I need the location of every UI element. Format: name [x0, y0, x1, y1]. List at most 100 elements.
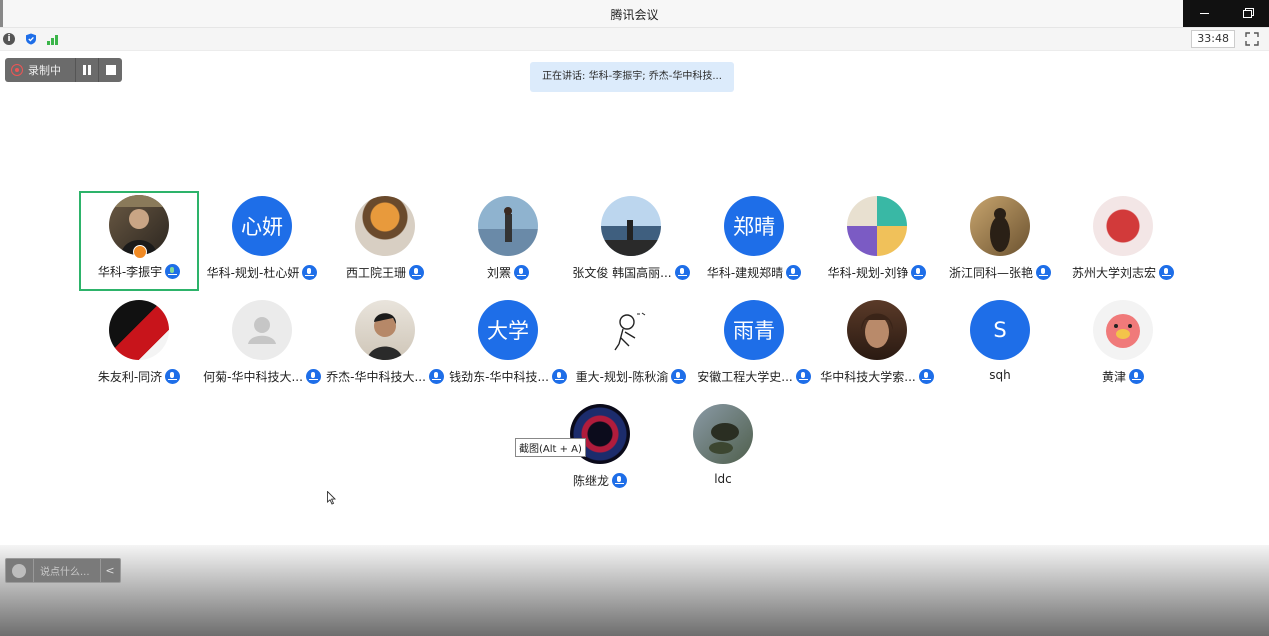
recording-controls: 录制中 — [5, 58, 122, 82]
mic-icon — [1129, 369, 1144, 384]
mic-icon — [305, 369, 321, 384]
participant-tile[interactable]: 张文俊 韩国高丽... — [571, 192, 691, 292]
mic-icon — [409, 265, 424, 280]
pig-avatar-icon — [1106, 314, 1140, 348]
mic-icon — [786, 265, 802, 280]
participant-name: 朱友利-同济 — [97, 370, 163, 384]
participant-tile[interactable]: ldc — [663, 400, 783, 500]
participant-name: 钱劲东-华中科技... — [449, 370, 549, 384]
participant-tile[interactable]: 乔杰-华中科技大... — [325, 296, 445, 396]
mouse-cursor-icon — [327, 491, 337, 505]
participant-tile[interactable]: 华中科技大学索... — [817, 296, 937, 396]
participant-name: 华科-规划-杜心妍 — [206, 266, 300, 280]
window-title: 腾讯会议 — [610, 8, 659, 22]
participant-tile[interactable]: 苏州大学刘志宏 — [1063, 192, 1183, 292]
participant-tile[interactable]: 重大-规划-陈秋渝 — [571, 296, 691, 396]
shield-icon[interactable] — [25, 33, 37, 45]
participant-name-row: 华科-规划-刘铮 — [817, 264, 937, 281]
fullscreen-icon[interactable] — [1245, 32, 1259, 46]
participant-name: 华科-李振宇 — [97, 265, 163, 279]
participant-tile[interactable]: 浙江同科—张艳 — [940, 192, 1060, 292]
participant-tile[interactable]: 郑晴 华科-建规郑晴 — [694, 192, 814, 292]
avatar — [109, 300, 169, 360]
avatar — [478, 196, 538, 256]
sketch-avatar-icon — [614, 312, 646, 351]
avatar — [355, 196, 415, 256]
participant-name-row: 华科-建规郑晴 — [694, 264, 814, 281]
recording-status[interactable]: 录制中 — [5, 58, 75, 82]
participant-name-row: 黄津 — [1063, 368, 1183, 385]
participant-name: 华科-规划-刘铮 — [827, 266, 909, 280]
window-controls — [1183, 0, 1269, 27]
pause-recording-button[interactable] — [76, 58, 99, 82]
avatar — [601, 300, 661, 360]
participant-tile[interactable]: 华科-李振宇 — [79, 191, 199, 291]
participant-name: 华中科技大学索... — [820, 370, 916, 384]
mic-icon — [1036, 265, 1051, 280]
restore-button[interactable] — [1226, 0, 1269, 27]
recording-label: 录制中 — [28, 64, 61, 77]
participant-tile[interactable]: 雨青 安徽工程大学史... — [694, 296, 814, 396]
participant-tile[interactable]: 何菊-华中科技大... — [202, 296, 322, 396]
participant-name-row: 华科-规划-杜心妍 — [202, 264, 322, 281]
participant-tile[interactable]: 朱友利-同济 — [79, 296, 199, 396]
mic-icon — [671, 369, 687, 384]
avatar: 心妍 — [232, 196, 292, 256]
stop-recording-button[interactable] — [99, 58, 122, 82]
participant-name: 西工院王珊 — [345, 266, 406, 280]
participant-name-row: 安徽工程大学史... — [694, 368, 814, 385]
avatar — [1093, 300, 1153, 360]
mic-icon — [918, 369, 934, 384]
title-bar: 腾讯会议 — [0, 0, 1269, 28]
chat-input-bar[interactable]: 说点什么... < — [5, 558, 121, 583]
mic-icon — [551, 369, 567, 384]
participant-name: 何菊-华中科技大... — [203, 370, 303, 384]
participant-name: 苏州大学刘志宏 — [1071, 266, 1156, 280]
participant-name: 黄津 — [1101, 370, 1126, 384]
avatar: S — [970, 300, 1030, 360]
host-badge-icon — [133, 245, 147, 259]
participant-name: 张文俊 韩国高丽... — [572, 266, 672, 280]
participant-name: 乔杰-华中科技大... — [326, 370, 426, 384]
avatar — [601, 196, 661, 256]
participant-name-row: 华中科技大学索... — [817, 368, 937, 385]
avatar: 雨青 — [724, 300, 784, 360]
mic-icon — [612, 473, 627, 488]
participant-name-row: 华科-李振宇 — [81, 263, 197, 280]
minimize-button[interactable] — [1183, 0, 1226, 27]
avatar: 郑晴 — [724, 196, 784, 256]
avatar — [847, 300, 907, 360]
avatar — [693, 404, 753, 464]
participant-name: 浙江同科—张艳 — [948, 266, 1033, 280]
participant-name: 陈继龙 — [572, 474, 609, 488]
speaking-indicator: 正在讲话: 华科-李振宇; 乔杰-华中科技... — [530, 62, 734, 92]
mic-icon — [674, 265, 690, 280]
avatar — [847, 196, 907, 256]
mic-icon — [165, 369, 181, 384]
participant-tile[interactable]: 西工院王珊 — [325, 192, 445, 292]
participant-name: 华科-建规郑晴 — [706, 266, 784, 280]
collapse-chevron-icon[interactable]: < — [100, 559, 119, 582]
chat-input[interactable]: 说点什么... — [40, 563, 100, 578]
info-icon[interactable]: i — [3, 33, 15, 45]
participant-tile[interactable]: 华科-规划-刘铮 — [817, 192, 937, 292]
meeting-timer: 33:48 — [1191, 30, 1235, 48]
participant-name: sqh — [989, 368, 1011, 382]
emoji-icon[interactable] — [12, 563, 26, 578]
participant-name: 安徽工程大学史... — [697, 370, 793, 384]
avatar — [1093, 196, 1153, 256]
participant-tile[interactable]: 心妍 华科-规划-杜心妍 — [202, 192, 322, 292]
participant-tile[interactable]: 刘罴 — [448, 192, 568, 292]
participant-tile[interactable]: 大学 钱劲东-华中科技... — [448, 296, 568, 396]
participant-name-row: sqh — [940, 368, 1060, 382]
participant-name-row: 西工院王珊 — [325, 264, 445, 281]
mic-icon — [428, 369, 444, 384]
avatar — [355, 300, 415, 360]
signal-icon[interactable] — [47, 33, 59, 45]
participant-name-row: 乔杰-华中科技大... — [325, 368, 445, 385]
avatar: 大学 — [478, 300, 538, 360]
participant-tile[interactable]: S sqh — [940, 296, 1060, 396]
participant-tile[interactable]: 黄津 — [1063, 296, 1183, 396]
participant-name-row: 朱友利-同济 — [79, 368, 199, 385]
participant-name-row: 钱劲东-华中科技... — [448, 368, 568, 385]
